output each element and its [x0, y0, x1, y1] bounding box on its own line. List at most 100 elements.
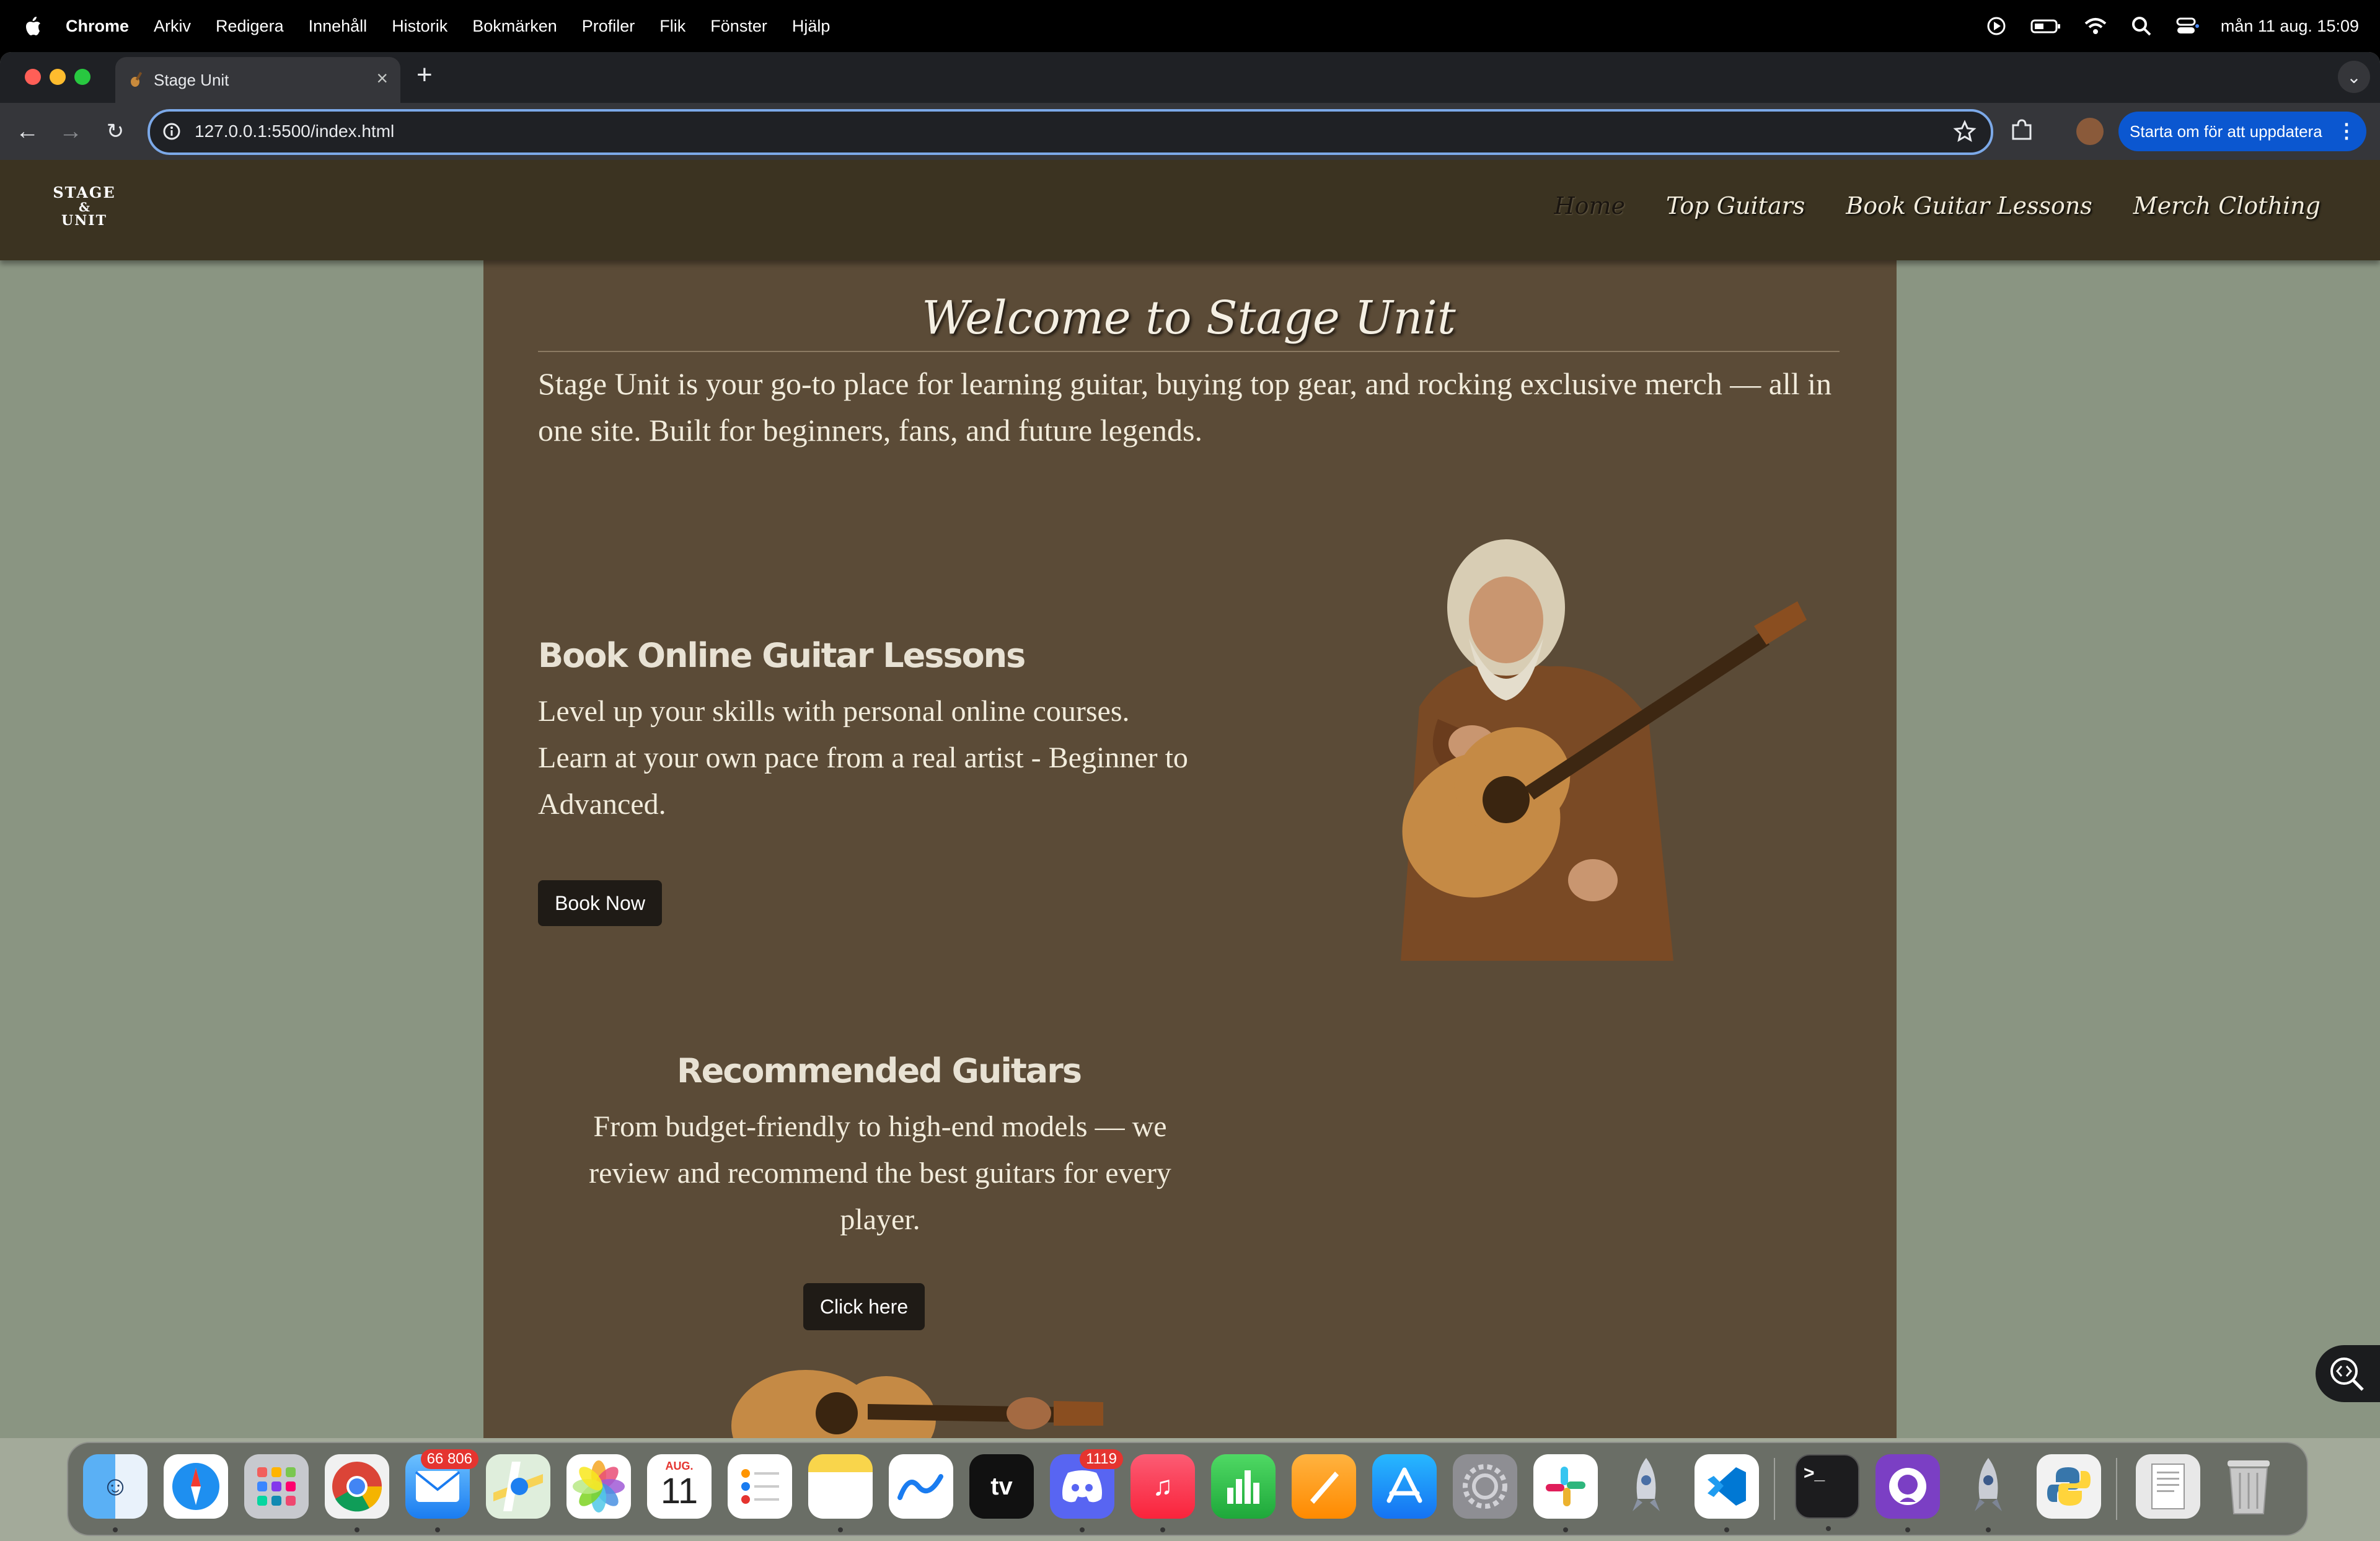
- launchpad-icon[interactable]: [244, 1454, 309, 1519]
- reminders-icon[interactable]: [728, 1454, 792, 1519]
- reload-icon[interactable]: ↻: [99, 115, 131, 148]
- discord-badge: 1119: [1080, 1449, 1123, 1469]
- safari-icon[interactable]: [164, 1454, 228, 1519]
- chrome-icon[interactable]: [325, 1454, 389, 1532]
- url-text[interactable]: 127.0.0.1:5500/index.html: [195, 121, 394, 141]
- click-here-button[interactable]: Click here: [803, 1283, 925, 1330]
- update-label: Starta om för att uppdatera: [2130, 121, 2322, 141]
- terminal-icon[interactable]: >_: [1795, 1454, 1859, 1531]
- web-page: STAGE & UNIT Home Top Guitars Book Guita…: [0, 160, 2380, 1438]
- desktop-dock-area: ☺ 66 806 AUG. 11 tv 1119 ♫ >_: [0, 1438, 2380, 1541]
- intro-text: Stage Unit is your go-to place for learn…: [538, 366, 1832, 448]
- calendar-icon[interactable]: AUG. 11: [647, 1454, 712, 1519]
- zoom-window-button[interactable]: [74, 69, 90, 85]
- tab-title: Stage Unit: [154, 71, 229, 89]
- mail-badge: 66 806: [420, 1449, 478, 1469]
- finder-icon[interactable]: ☺: [83, 1454, 148, 1532]
- main-content: Welcome to Stage Unit Stage Unit is your…: [483, 260, 1897, 1438]
- macos-menu-bar: Chrome Arkiv Redigera Innehåll Historik …: [0, 0, 2380, 52]
- extensions-icon[interactable]: [2008, 117, 2035, 144]
- menu-bokmarken[interactable]: Bokmärken: [472, 17, 557, 36]
- lessons-heading: Book Online Guitar Lessons: [538, 636, 1026, 675]
- menu-hjalp[interactable]: Hjälp: [792, 17, 831, 36]
- inspect-zoom-icon[interactable]: [2327, 1354, 2368, 1395]
- apple-tv-icon[interactable]: tv: [969, 1454, 1034, 1519]
- address-bar[interactable]: 127.0.0.1:5500/index.html: [148, 109, 1993, 155]
- wifi-icon[interactable]: [2083, 14, 2108, 38]
- profile-avatar[interactable]: [2076, 118, 2104, 145]
- welcome-heading: Welcome to Stage Unit: [922, 291, 1456, 345]
- notes-icon[interactable]: [808, 1454, 873, 1532]
- forward-icon[interactable]: →: [55, 115, 87, 148]
- site-info-icon[interactable]: [162, 122, 181, 141]
- logo-line-1: STAGE: [53, 183, 116, 201]
- menu-clock[interactable]: mån 11 aug. 15:09: [2221, 17, 2359, 36]
- menu-redigera[interactable]: Redigera: [216, 17, 284, 36]
- menu-profiler[interactable]: Profiler: [582, 17, 635, 36]
- dock-separator-2: [2116, 1458, 2117, 1520]
- vscode-icon[interactable]: [1695, 1454, 1759, 1532]
- guitar-favicon-icon: [131, 71, 143, 87]
- heading-divider: [538, 351, 1840, 352]
- pages-icon[interactable]: [1292, 1454, 1356, 1519]
- system-settings-icon[interactable]: [1453, 1454, 1517, 1519]
- guitarist-image: [1401, 539, 1807, 961]
- spotlight-search-icon[interactable]: [2129, 14, 2154, 38]
- main-nav: Home Top Guitars Book Guitar Lessons Mer…: [1554, 192, 2320, 219]
- logo-line-3: UNIT: [61, 213, 107, 229]
- menu-innehall[interactable]: Innehåll: [309, 17, 368, 36]
- tab-search-button[interactable]: ⌄: [2338, 61, 2370, 93]
- browser-window: Stage Unit × + ⌄ ← → ↻ 127.0.0.1:5500/in…: [0, 52, 2380, 1438]
- nav-book-guitar-lessons[interactable]: Book Guitar Lessons: [1846, 192, 2092, 219]
- guitar-image: [731, 1370, 1103, 1438]
- music-icon[interactable]: ♫: [1130, 1454, 1195, 1532]
- lessons-text: Level up your skills with personal onlin…: [538, 695, 1188, 821]
- side-inspect-widget[interactable]: [2316, 1345, 2380, 1402]
- back-icon[interactable]: ←: [11, 115, 43, 148]
- menu-flik[interactable]: Flik: [659, 17, 685, 36]
- mail-icon[interactable]: 66 806: [405, 1449, 478, 1532]
- browser-toolbar: ← → ↻ 127.0.0.1:5500/index.html Starta o…: [0, 103, 2380, 160]
- apple-menu-icon[interactable]: [24, 15, 42, 37]
- nav-home[interactable]: Home: [1554, 192, 1625, 219]
- photos-icon[interactable]: [566, 1454, 631, 1519]
- github-desktop-icon[interactable]: [1875, 1454, 1940, 1532]
- calendar-day: 11: [660, 1470, 699, 1511]
- nav-top-guitars[interactable]: Top Guitars: [1666, 192, 1805, 219]
- bookmark-star-icon[interactable]: [1952, 119, 1977, 144]
- menu-historik[interactable]: Historik: [392, 17, 447, 36]
- book-now-button[interactable]: Book Now: [538, 880, 662, 926]
- python-launcher-icon[interactable]: [2037, 1454, 2101, 1519]
- status-area: mån 11 aug. 15:09: [1984, 0, 2359, 52]
- battery-icon[interactable]: [2030, 14, 2062, 38]
- minimize-window-button[interactable]: [50, 69, 66, 85]
- slack-icon[interactable]: [1533, 1454, 1598, 1532]
- nav-merch-clothing[interactable]: Merch Clothing: [2133, 192, 2320, 219]
- trash-icon[interactable]: [2216, 1454, 2281, 1519]
- dock-separator: [1774, 1458, 1775, 1520]
- more-menu-icon[interactable]: ⋮: [2337, 119, 2356, 143]
- close-tab-icon[interactable]: ×: [376, 67, 388, 90]
- site-header: STAGE & UNIT Home Top Guitars Book Guita…: [0, 160, 2380, 260]
- freeform-icon[interactable]: [889, 1454, 953, 1519]
- control-center-icon[interactable]: [2175, 14, 2200, 38]
- maps-icon[interactable]: [486, 1454, 550, 1519]
- numbers-icon[interactable]: [1211, 1454, 1276, 1519]
- new-tab-button[interactable]: +: [416, 60, 433, 91]
- close-window-button[interactable]: [25, 69, 41, 85]
- tab-stage-unit[interactable]: Stage Unit ×: [115, 57, 400, 103]
- discord-icon[interactable]: 1119: [1050, 1449, 1123, 1532]
- tab-strip: Stage Unit × + ⌄: [0, 52, 2380, 103]
- site-logo[interactable]: STAGE & UNIT: [48, 185, 120, 236]
- rocket-app-2-icon[interactable]: [1956, 1454, 2021, 1532]
- rocket-app-icon[interactable]: [1614, 1454, 1678, 1519]
- preview-document-icon[interactable]: [2136, 1454, 2200, 1519]
- now-playing-icon[interactable]: [1984, 14, 2009, 38]
- recommended-text: From budget-friendly to high-end models …: [589, 1110, 1171, 1236]
- menu-arkiv[interactable]: Arkiv: [154, 17, 191, 36]
- app-store-icon[interactable]: [1372, 1454, 1437, 1519]
- menu-app-name[interactable]: Chrome: [66, 17, 129, 36]
- dock: ☺ 66 806 AUG. 11 tv 1119 ♫ >_: [67, 1442, 2308, 1536]
- menu-fonster[interactable]: Fönster: [710, 17, 767, 36]
- update-chrome-button[interactable]: Starta om för att uppdatera ⋮: [2118, 112, 2366, 151]
